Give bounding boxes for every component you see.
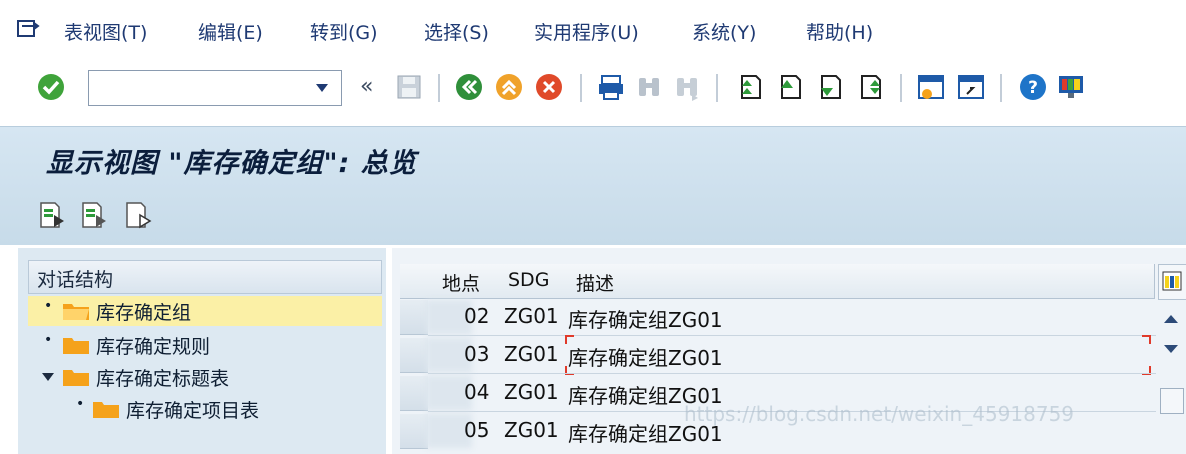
toolbar-separator	[438, 74, 440, 102]
row-selector[interactable]	[400, 338, 428, 373]
cell-plant: 03	[464, 342, 490, 366]
tree-item-header-table[interactable]: 库存确定标题表	[28, 362, 382, 392]
toolbar-separator	[1000, 74, 1002, 102]
title-area: 显示视图 "库存确定组": 总览	[0, 126, 1186, 245]
create-session-icon[interactable]	[914, 70, 948, 104]
menu-system[interactable]: 系统(Y)	[692, 18, 756, 45]
row-divider	[428, 373, 1156, 374]
folder-icon	[63, 370, 89, 386]
detail-icon[interactable]	[80, 201, 108, 229]
collapse-toolbar-button[interactable]: «	[360, 74, 373, 99]
bullet-icon: •	[44, 298, 53, 314]
watermark: https://blog.csdn.net/weixin_45918759	[684, 402, 1075, 426]
shortcut-icon[interactable]	[954, 70, 988, 104]
dialog-structure-title: 对话结构	[37, 269, 114, 291]
menu-selection[interactable]: 选择(S)	[424, 18, 489, 45]
command-field[interactable]	[91, 73, 305, 103]
table-row[interactable]: 03 ZG01 库存确定组ZG01	[392, 335, 1156, 375]
table-view-icon[interactable]	[16, 18, 42, 40]
folder-icon	[63, 338, 89, 354]
enter-icon[interactable]	[34, 70, 68, 104]
tree-item-stock-determination-rule[interactable]: • 库存确定规则	[28, 330, 382, 360]
menu-help[interactable]: 帮助(H)	[806, 18, 873, 45]
menu-edit[interactable]: 编辑(E)	[198, 18, 263, 45]
column-header-label: 地点	[442, 273, 481, 295]
cell-description: 库存确定组ZG01	[568, 308, 723, 332]
tree-item-item-table[interactable]: • 库存确定项目表	[28, 394, 382, 424]
standard-toolbar: « ?	[0, 58, 1186, 122]
command-field-box	[88, 70, 342, 106]
expand-arrow-icon[interactable]	[42, 372, 54, 382]
table-pane: 地点 SDG 描述 02 ZG01 库存确定组ZG01 03 ZG01 库存确定…	[392, 248, 1186, 454]
display-icon[interactable]	[124, 201, 152, 229]
tree-item-label: 库存确定标题表	[96, 368, 230, 390]
layout-icon[interactable]	[1054, 70, 1088, 104]
help-icon[interactable]: ?	[1016, 70, 1050, 104]
first-page-icon[interactable]	[734, 70, 768, 104]
svg-text:?: ?	[1028, 78, 1038, 98]
chevron-down-icon[interactable]	[315, 82, 329, 94]
toolbar-separator	[580, 74, 582, 102]
toolbar-separator	[716, 74, 718, 102]
next-page-icon[interactable]	[814, 70, 848, 104]
menu-utilities[interactable]: 实用程序(U)	[534, 18, 639, 45]
find-next-icon[interactable]	[670, 70, 704, 104]
column-header-sdg[interactable]: SDG	[500, 264, 569, 299]
menu-bar: 表视图(T) 编辑(E) 转到(G) 选择(S) 实用程序(U) 系统(Y) 帮…	[0, 0, 1186, 58]
cell-plant: 02	[464, 304, 490, 328]
highlight-frame	[565, 335, 1151, 375]
tree-item-label: 库存确定组	[96, 302, 192, 324]
tree-item-label: 库存确定规则	[96, 336, 211, 358]
row-selector[interactable]	[400, 300, 428, 335]
row-selector[interactable]	[400, 414, 428, 449]
folder-open-icon	[63, 304, 89, 320]
change-icon[interactable]	[38, 201, 66, 229]
cancel-icon[interactable]	[532, 70, 566, 104]
bullet-icon: •	[76, 396, 85, 412]
cell-plant: 04	[464, 380, 490, 404]
scroll-down-button[interactable]	[1158, 334, 1184, 364]
menu-table-view[interactable]: 表视图(T)	[64, 18, 147, 45]
column-header-label: SDG	[508, 269, 550, 291]
scrollbar-thumb[interactable]	[1160, 388, 1184, 414]
page-title: 显示视图 "库存确定组": 总览	[46, 148, 417, 179]
folder-icon	[93, 402, 119, 418]
table-row[interactable]: 02 ZG01 库存确定组ZG01	[392, 300, 1156, 336]
column-header-plant[interactable]: 地点	[434, 264, 501, 299]
print-icon[interactable]	[594, 70, 628, 104]
back-icon[interactable]	[452, 70, 486, 104]
cell-sdg: ZG01	[504, 380, 559, 404]
menu-goto[interactable]: 转到(G)	[310, 18, 378, 45]
row-selector[interactable]	[400, 376, 428, 411]
tree-item-label: 库存确定项目表	[126, 400, 260, 422]
find-icon[interactable]	[632, 70, 666, 104]
dialog-structure-pane: 对话结构 • 库存确定组 • 库存确定规则 库存确定标题表 • 库存确定项目表	[18, 248, 386, 454]
tree-item-stock-determination-group[interactable]: • 库存确定组	[28, 296, 382, 326]
scroll-up-button[interactable]	[1158, 304, 1184, 334]
last-page-icon[interactable]	[854, 70, 888, 104]
column-header-label: 描述	[576, 273, 615, 295]
bullet-icon: •	[44, 332, 53, 348]
cell-sdg: ZG01	[504, 342, 559, 366]
cell-plant: 05	[464, 418, 490, 442]
select-all-header[interactable]	[400, 264, 435, 299]
cell-sdg: ZG01	[504, 418, 559, 442]
previous-page-icon[interactable]	[774, 70, 808, 104]
exit-icon[interactable]	[492, 70, 526, 104]
toolbar-separator	[900, 74, 902, 102]
cell-sdg: ZG01	[504, 304, 559, 328]
save-icon[interactable]	[392, 70, 426, 104]
dialog-structure-header: 对话结构	[28, 260, 382, 294]
column-header-description[interactable]: 描述	[568, 264, 1155, 299]
column-settings-icon[interactable]	[1158, 264, 1186, 300]
